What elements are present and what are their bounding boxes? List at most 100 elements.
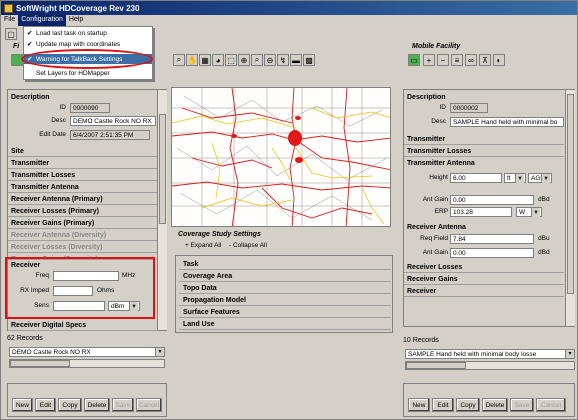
height-ref-select[interactable]: AGL [528, 173, 552, 183]
edit-button[interactable]: Edit [35, 398, 56, 412]
section-transmitter-antenna[interactable]: Transmitter Antenna [404, 158, 564, 169]
left-record-select[interactable]: DEMO Castle Rock NO RX ▾ [9, 347, 165, 357]
right-record-select[interactable]: SAMPLE Hand held with minimal body losse… [405, 349, 575, 359]
section-coverage-area[interactable]: Coverage Area [179, 271, 391, 282]
new-button[interactable]: New [408, 398, 430, 412]
erp-unit-select[interactable]: W [516, 207, 542, 217]
grid-icon[interactable]: ▦ [199, 54, 211, 66]
delete-button[interactable]: Delete [482, 398, 508, 412]
chevron-down-icon: ▾ [565, 350, 574, 358]
ant-gain-field[interactable]: 0.00 [450, 195, 534, 205]
list-icon[interactable]: ≡ [451, 54, 463, 66]
right-button-bar: New Edit Copy Delete Save Cancel [403, 383, 575, 417]
menu-item-load-last-task[interactable]: ✔ Load last task on startup [24, 28, 152, 38]
scroll-thumb[interactable] [567, 94, 574, 294]
save-button[interactable]: Save [510, 398, 534, 412]
section-rx-digital-specs[interactable]: Receiver Digital Specs [8, 320, 158, 331]
section-rx-antenna-primary[interactable]: Receiver Antenna (Primary) [8, 194, 158, 205]
section-transmitter-antenna[interactable]: Transmitter Antenna [8, 182, 158, 193]
menu-item-set-layers[interactable]: Set Layers for HDMapper [24, 68, 152, 78]
section-transmitter[interactable]: Transmitter [404, 134, 564, 145]
req-field-unit: dBu [538, 235, 550, 242]
title-bar: SoftWright HDCoverage Rev 230 [1, 1, 577, 15]
new-doc-icon[interactable]: ▢ [5, 28, 17, 40]
zoom-in-icon[interactable]: ⊕ [238, 54, 250, 66]
measure-icon[interactable]: ↯ [277, 54, 289, 66]
mobile-facility-label: Mobile Facility [412, 43, 461, 50]
plus-icon[interactable]: + [423, 54, 435, 66]
menu-help[interactable]: Help [66, 15, 86, 26]
cancel-button[interactable]: Cancel [536, 398, 566, 412]
desc-field[interactable]: DEMO Castle Rock NO RX [70, 116, 156, 126]
section-rx-antenna-diversity: Receiver Antenna (Diversity) [8, 230, 158, 241]
section-land-use[interactable]: Land Use [179, 319, 391, 330]
right-id-field[interactable]: 0000002 [450, 103, 488, 113]
erp-label: ERP [434, 208, 448, 215]
section-transmitter-losses[interactable]: Transmitter Losses [404, 146, 564, 157]
cancel-button[interactable]: Cancel [136, 398, 162, 412]
right-description-header[interactable]: Description [404, 92, 564, 103]
zoom-icon[interactable]: ⌕ [251, 54, 263, 66]
right-desc-field[interactable]: SAMPLE Hand held with minimal bo [450, 117, 564, 127]
search-icon[interactable]: ⌕ [173, 54, 185, 66]
check-icon: ✔ [27, 41, 33, 48]
section-transmitter-losses[interactable]: Transmitter Losses [8, 170, 158, 181]
menu-item-update-map[interactable]: ✔ Update map with coordinates [24, 39, 152, 49]
zoom-out-icon[interactable]: ⊖ [264, 54, 276, 66]
green-tool-icon[interactable]: ▭ [408, 54, 420, 66]
chevron-down-icon: ▾ [155, 348, 164, 356]
edit-date-label: Edit Date [39, 131, 66, 138]
section-propagation-model[interactable]: Propagation Model [179, 295, 391, 306]
expand-all-link[interactable]: + Expand All [185, 242, 221, 249]
description-header[interactable]: Description [8, 92, 158, 103]
left-hscroll[interactable] [9, 359, 165, 368]
section-surface-features[interactable]: Surface Features [179, 307, 391, 318]
menu-configuration[interactable]: Configuration [18, 15, 66, 26]
section-rx-losses-primary[interactable]: Receiver Losses (Primary) [8, 206, 158, 217]
select-icon[interactable]: ⬚ [225, 54, 237, 66]
new-button[interactable]: New [12, 398, 33, 412]
right-records-count: 10 Records [403, 337, 439, 344]
erp-field[interactable]: 103.28 [450, 207, 512, 217]
scroll-thumb[interactable] [159, 114, 166, 224]
height-field[interactable]: 6.00 [450, 173, 502, 183]
binoculars-icon[interactable]: ∞ [465, 54, 477, 66]
coverage-map[interactable] [171, 87, 391, 227]
pan-hand-icon[interactable]: ✋ [186, 54, 198, 66]
left-panel-scrollbar[interactable] [157, 90, 167, 330]
height-unit-select[interactable]: ft [504, 173, 526, 183]
highlight-oval [21, 49, 153, 69]
section-receiver-gains[interactable]: Receiver Gains [404, 274, 564, 285]
color-icon[interactable]: ▩ [303, 54, 315, 66]
section-receiver[interactable]: Receiver [404, 286, 564, 297]
color-tool-icon[interactable]: ◐ [493, 54, 505, 66]
mobile-facility-panel: Description ID 0000002 Desc SAMPLE Hand … [403, 89, 575, 327]
app-icon [4, 3, 13, 13]
right-hscroll[interactable] [405, 361, 575, 370]
section-receiver-losses[interactable]: Receiver Losses [404, 262, 564, 273]
id-field[interactable]: 0000090 [70, 103, 110, 113]
ruler-icon[interactable]: ▬ [290, 54, 302, 66]
left-records-count: 62 Records [7, 335, 43, 342]
save-button[interactable]: Save [112, 398, 134, 412]
right-panel-scrollbar[interactable] [565, 90, 575, 326]
section-topo-data[interactable]: Topo Data [179, 283, 391, 294]
edit-button[interactable]: Edit [432, 398, 454, 412]
tower-icon[interactable]: ⊼ [479, 54, 491, 66]
id-label: ID [59, 104, 67, 111]
section-site[interactable]: Site [8, 146, 158, 157]
section-task[interactable]: Task [179, 259, 391, 270]
globe-icon[interactable]: ◕ [212, 54, 224, 66]
rx-ant-gain-field[interactable]: 0.00 [450, 248, 534, 258]
req-field-field[interactable]: 7.84 [450, 234, 534, 244]
section-rx-gains-primary[interactable]: Receiver Gains (Primary) [8, 218, 158, 229]
section-transmitter[interactable]: Transmitter [8, 158, 158, 169]
copy-button[interactable]: Copy [456, 398, 480, 412]
section-receiver-antenna[interactable]: Receiver Antenna [404, 222, 564, 233]
delete-button[interactable]: Delete [84, 398, 110, 412]
copy-button[interactable]: Copy [58, 398, 82, 412]
fixed-facility-label: Fi [13, 43, 20, 50]
collapse-all-link[interactable]: - Collapse All [229, 242, 267, 249]
menu-file[interactable]: File [1, 15, 18, 26]
minus-icon[interactable]: − [437, 54, 449, 66]
